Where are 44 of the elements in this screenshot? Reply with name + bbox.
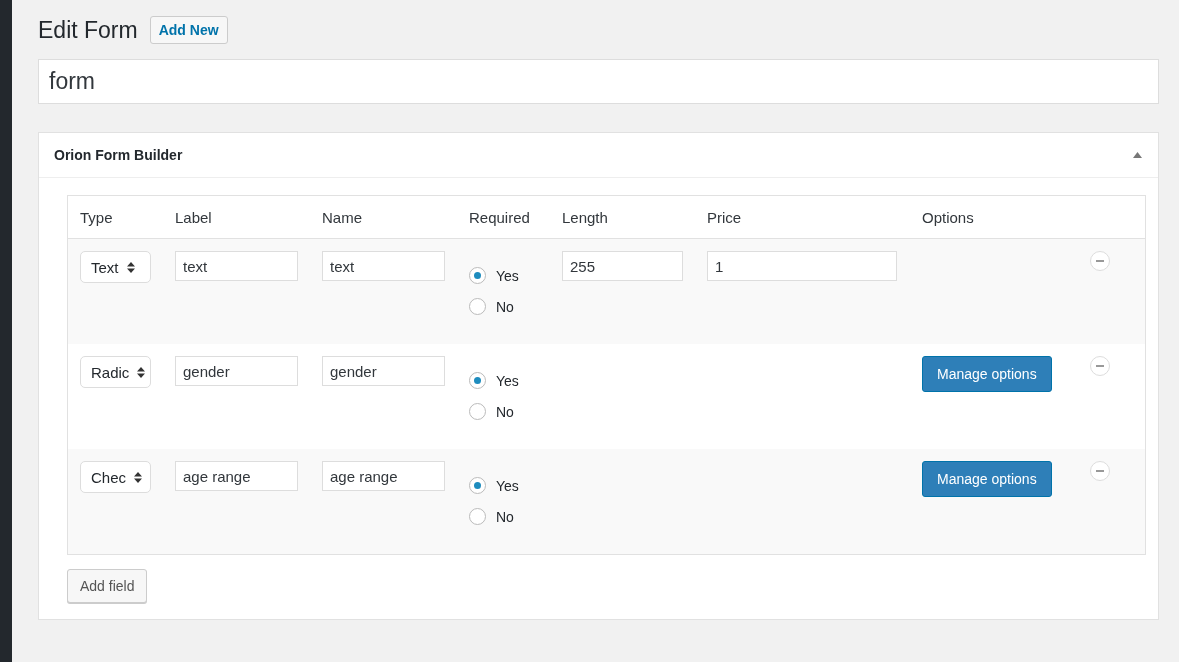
remove-icon[interactable] bbox=[1090, 356, 1110, 376]
radio-button[interactable] bbox=[469, 372, 486, 389]
text-field[interactable]: text bbox=[175, 251, 298, 281]
column-header: Type bbox=[80, 208, 114, 226]
collapse-arrow-icon[interactable] bbox=[1133, 152, 1142, 158]
column-header: Required bbox=[469, 208, 531, 226]
text-field[interactable]: 1 bbox=[707, 251, 897, 281]
type-select[interactable]: Text bbox=[80, 251, 151, 283]
text-field[interactable]: 255 bbox=[562, 251, 683, 281]
radio-button[interactable] bbox=[469, 267, 486, 284]
updown-arrow-icon bbox=[137, 366, 146, 378]
manage-options-button[interactable]: Manage options bbox=[922, 356, 1052, 392]
updown-arrow-icon bbox=[126, 261, 135, 273]
text-field[interactable]: age range bbox=[175, 461, 298, 491]
page-title: Edit Form bbox=[38, 16, 138, 44]
panel-title: Orion Form Builder bbox=[54, 147, 183, 163]
title-field[interactable]: form bbox=[38, 59, 1159, 104]
column-header: Length bbox=[562, 208, 609, 226]
radio-label: No bbox=[496, 508, 514, 525]
type-select[interactable]: Chec bbox=[80, 461, 151, 493]
text-field[interactable]: age range bbox=[322, 461, 445, 491]
radio-button[interactable] bbox=[469, 403, 486, 420]
column-header: Price bbox=[707, 208, 743, 226]
radio-button[interactable] bbox=[469, 508, 486, 525]
column-header: Name bbox=[322, 208, 363, 226]
remove-icon[interactable] bbox=[1090, 461, 1110, 481]
column-header: Options bbox=[922, 208, 975, 226]
radio-label: Yes bbox=[496, 267, 519, 284]
radio-label: No bbox=[496, 298, 514, 315]
add-new-button[interactable]: Add New bbox=[149, 16, 228, 44]
type-select[interactable]: Radic bbox=[80, 356, 151, 388]
manage-options-button[interactable]: Manage options bbox=[922, 461, 1052, 497]
radio-label: Yes bbox=[496, 477, 519, 494]
radio-button[interactable] bbox=[469, 477, 486, 494]
text-field[interactable]: gender bbox=[175, 356, 298, 386]
text-field[interactable]: gender bbox=[322, 356, 445, 386]
radio-label: No bbox=[496, 403, 514, 420]
updown-arrow-icon bbox=[134, 471, 143, 483]
radio-label: Yes bbox=[496, 372, 519, 389]
remove-icon[interactable] bbox=[1090, 251, 1110, 271]
radio-button[interactable] bbox=[469, 298, 486, 315]
text-field[interactable]: text bbox=[322, 251, 445, 281]
column-header: Label bbox=[175, 208, 213, 226]
add-field-button[interactable]: Add field bbox=[67, 569, 148, 603]
